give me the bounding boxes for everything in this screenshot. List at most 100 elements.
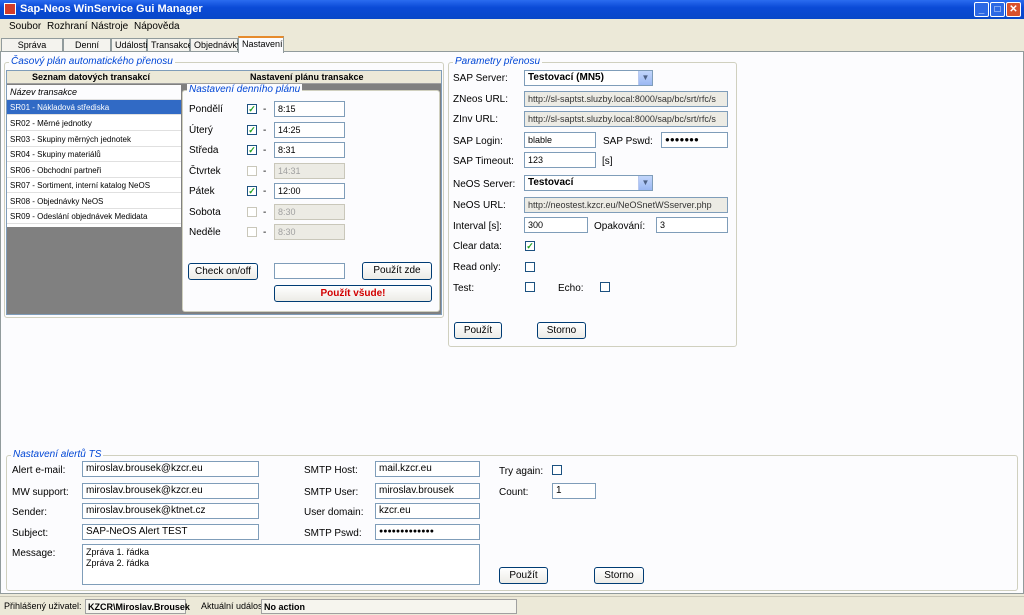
time-input[interactable]: [274, 263, 345, 279]
day-checkbox[interactable]: ✓: [247, 104, 257, 114]
current-event-value: No action: [261, 599, 517, 614]
list-item[interactable]: SR09 - Odeslání objednávek Medidata: [7, 209, 181, 224]
day-checkbox[interactable]: ✓: [247, 186, 257, 196]
transfer-group-title: Parametry přenosu: [453, 56, 543, 67]
mw-support-field[interactable]: miroslav.brousek@kzcr.eu: [82, 483, 259, 499]
day-label: Středa: [189, 145, 219, 156]
message-line: Zpráva 1. řádka: [86, 547, 150, 557]
day-time-field[interactable]: 8:15: [274, 101, 345, 117]
test-checkbox[interactable]: [525, 282, 535, 292]
sap-pswd-label: SAP Pswd:: [603, 136, 653, 147]
read-only-checkbox[interactable]: [525, 262, 535, 272]
tab-nastaveni[interactable]: Nastavení: [238, 36, 284, 53]
transfer-apply-button[interactable]: Použít: [454, 322, 502, 339]
day-checkbox[interactable]: [247, 165, 257, 176]
tab-strip: Správa rozhraní Denní plán Události Tran…: [0, 36, 1024, 62]
day-label: Úterý: [189, 124, 213, 136]
list-item[interactable]: SR04 - Skupiny materiálů: [7, 147, 181, 162]
tab-udalosti[interactable]: Události: [111, 38, 148, 52]
smtp-user-field[interactable]: miroslav.brousek: [375, 483, 480, 499]
sender-field[interactable]: miroslav.brousek@ktnet.cz: [82, 503, 259, 519]
day-label: Čtvrtek: [189, 165, 221, 177]
day-time-field[interactable]: 14:31: [274, 162, 345, 179]
message-line: Zpráva 2. řádka: [86, 558, 150, 568]
tab-denni-plan[interactable]: Denní plán: [63, 38, 111, 62]
clear-data-checkbox[interactable]: ✓: [525, 241, 535, 251]
transfer-cancel-button[interactable]: Storno: [537, 322, 586, 339]
menu-soubor[interactable]: Soubor: [9, 21, 41, 32]
menu-nastroje[interactable]: Nástroje: [91, 21, 128, 32]
logged-user-label: Přihlášený uživatel:: [4, 601, 82, 611]
interval-field[interactable]: 300: [524, 217, 588, 233]
tab-sprava-rozhrani[interactable]: Správa rozhraní: [1, 38, 63, 62]
subject-field[interactable]: SAP-NeOS Alert TEST: [82, 524, 259, 540]
alerts-apply-button[interactable]: Použít: [499, 567, 548, 584]
echo-label: Echo:: [558, 283, 584, 294]
minimize-button[interactable]: _: [974, 2, 989, 17]
list-item[interactable]: SR01 - Nákladová střediska: [7, 100, 181, 115]
alerts-cancel-button[interactable]: Storno: [594, 567, 644, 584]
neos-url-field[interactable]: http://neostest.kzcr.eu/NeOSnetWSserver.…: [524, 197, 728, 213]
alert-email-field[interactable]: miroslav.brousek@kzcr.eu: [82, 461, 259, 477]
list-item[interactable]: SR06 - Obchodní partneři: [7, 163, 181, 178]
day-checkbox[interactable]: [247, 227, 257, 237]
dash-separator: -: [263, 206, 267, 218]
try-again-checkbox[interactable]: [552, 465, 562, 475]
dash-separator: -: [263, 165, 267, 177]
test-label: Test:: [453, 283, 475, 294]
tab-transakce[interactable]: Transakce: [147, 38, 193, 52]
apply-all-button[interactable]: Použít všude!: [274, 285, 432, 302]
chevron-down-icon[interactable]: ▼: [638, 176, 652, 190]
alert-email-label: Alert e-mail:: [12, 465, 66, 476]
zneos-url-field[interactable]: http://sl-saptst.sluzby.local:8000/sap/b…: [524, 91, 728, 107]
day-time-field[interactable]: 8:31: [274, 142, 345, 158]
dash-separator: -: [263, 186, 267, 197]
smtp-host-field[interactable]: mail.kzcr.eu: [375, 461, 480, 477]
day-checkbox[interactable]: [247, 206, 257, 217]
sap-login-field[interactable]: blable: [524, 132, 596, 148]
maximize-button[interactable]: □: [990, 2, 1005, 17]
smtp-pswd-field[interactable]: ●●●●●●●●●●●●●: [375, 524, 480, 540]
sap-pswd-field[interactable]: ●●●●●●●: [661, 132, 728, 148]
list-item[interactable]: SR03 - Skupiny měrných jednotek: [7, 132, 181, 147]
check-toggle-button[interactable]: Check on/off: [188, 263, 258, 280]
zneos-url-label: ZNeos URL:: [453, 94, 509, 105]
echo-checkbox[interactable]: [600, 282, 610, 292]
sap-server-label: SAP Server:: [453, 73, 508, 84]
repeat-label: Opakování:: [594, 221, 646, 232]
menu-bar: Soubor Rozhraní Nástroje Nápověda: [0, 19, 1024, 36]
repeat-field[interactable]: 3: [656, 217, 728, 233]
message-field[interactable]: Zpráva 1. řádka Zpráva 2. řádka: [82, 544, 480, 585]
day-time-field[interactable]: 8:30: [274, 203, 345, 220]
day-label: Pondělí: [189, 104, 223, 115]
list-item[interactable]: SR07 - Sortiment, interní katalog NeOS: [7, 178, 181, 193]
day-time-field[interactable]: 14:25: [274, 121, 345, 138]
list-item[interactable]: SR02 - Měrné jednotky: [7, 116, 181, 131]
sap-timeout-field[interactable]: 123: [524, 152, 596, 168]
title-bar[interactable]: Sap-Neos WinService Gui Manager _ □ ✕: [0, 0, 1024, 19]
chevron-down-icon[interactable]: ▼: [638, 71, 652, 85]
list-item[interactable]: SR08 - Objednávky NeOS: [7, 194, 181, 209]
tab-objednavky[interactable]: Objednávky: [190, 38, 242, 52]
sap-server-select[interactable]: Testovací (MN5) ▼: [524, 70, 653, 86]
dash-separator: -: [263, 227, 267, 238]
transaction-list[interactable]: Název transakce SR01 - Nákladová středis…: [7, 85, 181, 227]
user-domain-field[interactable]: kzcr.eu: [375, 503, 480, 519]
try-again-label: Try again:: [499, 466, 544, 477]
day-time-field[interactable]: 12:00: [274, 183, 345, 199]
subject-label: Subject:: [12, 528, 49, 539]
day-checkbox[interactable]: ✓: [247, 145, 257, 155]
count-field[interactable]: 1: [552, 483, 596, 499]
day-time-field[interactable]: 8:30: [274, 224, 345, 240]
daily-plan-title: Nastavení denního plánu: [187, 84, 303, 95]
menu-rozhrani[interactable]: Rozhraní: [47, 21, 88, 32]
close-button[interactable]: ✕: [1006, 2, 1021, 17]
sap-timeout-label: SAP Timeout:: [453, 156, 514, 167]
list-column-header[interactable]: Název transakce: [7, 85, 181, 100]
neos-server-select[interactable]: Testovací ▼: [524, 175, 653, 191]
transactions-header: Seznam datových transakcí: [32, 72, 151, 82]
apply-here-button[interactable]: Použít zde: [362, 262, 432, 280]
menu-napoveda[interactable]: Nápověda: [134, 21, 180, 32]
day-checkbox[interactable]: ✓: [247, 124, 257, 135]
zinv-url-field[interactable]: http://sl-saptst.sluzby.local:8000/sap/b…: [524, 111, 728, 127]
